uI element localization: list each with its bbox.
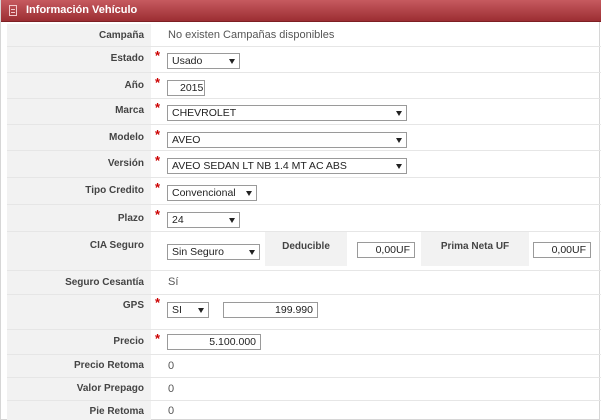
deducible-input[interactable]: 0,00UF — [357, 242, 415, 258]
required-mark: * — [155, 207, 161, 222]
tipo-credito-select[interactable]: Convencional — [167, 185, 257, 201]
deducible-label-cell: Deducible — [265, 232, 347, 266]
label-prima-neta: Prima Neta UF — [440, 241, 510, 252]
required-mark: * — [155, 75, 161, 90]
row-marca: Marca * CHEVROLET — [7, 99, 601, 125]
gps-amount-input[interactable]: 199.990 — [223, 302, 318, 318]
chevron-down-icon — [396, 138, 402, 143]
row-valor-prepago: Valor Prepago 0 — [7, 378, 601, 401]
row-campana: Campaña No existen Campañas disponibles — [7, 24, 601, 47]
required-mark: * — [155, 295, 161, 310]
label-anio: Año — [124, 80, 144, 91]
prima-label-cell: Prima Neta UF — [421, 232, 529, 266]
chevron-down-icon — [249, 250, 255, 255]
campana-value: No existen Campañas disponibles — [168, 29, 335, 41]
row-seguro-cesantia: Seguro Cesantía Sí — [7, 271, 601, 295]
row-plazo: Plazo * 24 — [7, 205, 601, 232]
chevron-down-icon — [396, 164, 402, 169]
required-mark: * — [155, 127, 161, 142]
row-tipo-credito: Tipo Credito * Convencional — [7, 178, 601, 205]
panel-title: Información Vehículo — [26, 4, 138, 16]
chevron-down-icon — [229, 218, 235, 223]
valor-prepago-value: 0 — [168, 383, 175, 395]
panel-header: Información Vehículo — [1, 0, 601, 22]
row-precio: Precio * 5.100.000 — [7, 330, 601, 355]
gps-select[interactable]: SI — [167, 302, 209, 318]
panel-grip-icon — [9, 5, 17, 16]
label-marca: Marca — [115, 105, 144, 116]
required-mark: * — [155, 48, 161, 63]
label-plazo: Plazo — [117, 213, 144, 224]
label-pie-retoma: Pie Retoma — [89, 406, 144, 417]
marca-select[interactable]: CHEVROLET — [167, 105, 407, 121]
chevron-down-icon — [229, 59, 235, 64]
label-valor-prepago: Valor Prepago — [76, 383, 144, 394]
label-modelo: Modelo — [109, 132, 144, 143]
label-gps: GPS — [122, 300, 144, 311]
anio-input[interactable]: 2015 — [167, 80, 205, 96]
chevron-down-icon — [246, 191, 252, 196]
precio-input[interactable]: 5.100.000 — [167, 334, 261, 350]
row-cia-seguro: CIA Seguro Sin Seguro Deducible 0,00UF P… — [7, 232, 601, 271]
seguro-cesantia-value: Sí — [168, 276, 179, 288]
chevron-down-icon — [198, 308, 204, 313]
label-tipo-credito: Tipo Credito — [85, 185, 144, 196]
pie-retoma-value: 0 — [168, 405, 175, 417]
estado-select[interactable]: Usado — [167, 53, 240, 69]
required-mark: * — [155, 331, 161, 346]
row-pie-retoma: Pie Retoma 0 — [7, 401, 601, 420]
cia-seguro-select[interactable]: Sin Seguro — [167, 244, 260, 260]
row-modelo: Modelo * AVEO — [7, 125, 601, 151]
required-mark: * — [155, 100, 161, 115]
version-select[interactable]: AVEO SEDAN LT NB 1.4 MT AC ABS — [167, 158, 407, 174]
plazo-select[interactable]: 24 — [167, 212, 240, 228]
label-cia-seguro: CIA Seguro — [89, 240, 144, 251]
label-deducible: Deducible — [282, 241, 330, 252]
row-version: Versión * AVEO SEDAN LT NB 1.4 MT AC ABS — [7, 151, 601, 178]
label-estado: Estado — [110, 53, 144, 64]
row-estado: Estado * Usado — [7, 47, 601, 73]
label-version: Versión — [107, 158, 144, 169]
required-mark: * — [155, 153, 161, 168]
precio-retoma-value: 0 — [168, 360, 175, 372]
label-campana: Campaña — [98, 30, 144, 41]
label-precio: Precio — [113, 336, 144, 347]
vehicle-info-panel: Información Vehículo Campaña No existen … — [0, 0, 601, 420]
label-precio-retoma: Precio Retoma — [73, 360, 144, 371]
row-gps: GPS * SI 199.990 — [7, 295, 601, 330]
required-mark: * — [155, 180, 161, 195]
label-seguro-cesantia: Seguro Cesantía — [65, 277, 144, 288]
chevron-down-icon — [396, 111, 402, 116]
modelo-select[interactable]: AVEO — [167, 132, 407, 148]
prima-neta-input[interactable]: 0,00UF — [533, 242, 591, 258]
row-precio-retoma: Precio Retoma 0 — [7, 355, 601, 378]
row-anio: Año * 2015 — [7, 73, 601, 99]
